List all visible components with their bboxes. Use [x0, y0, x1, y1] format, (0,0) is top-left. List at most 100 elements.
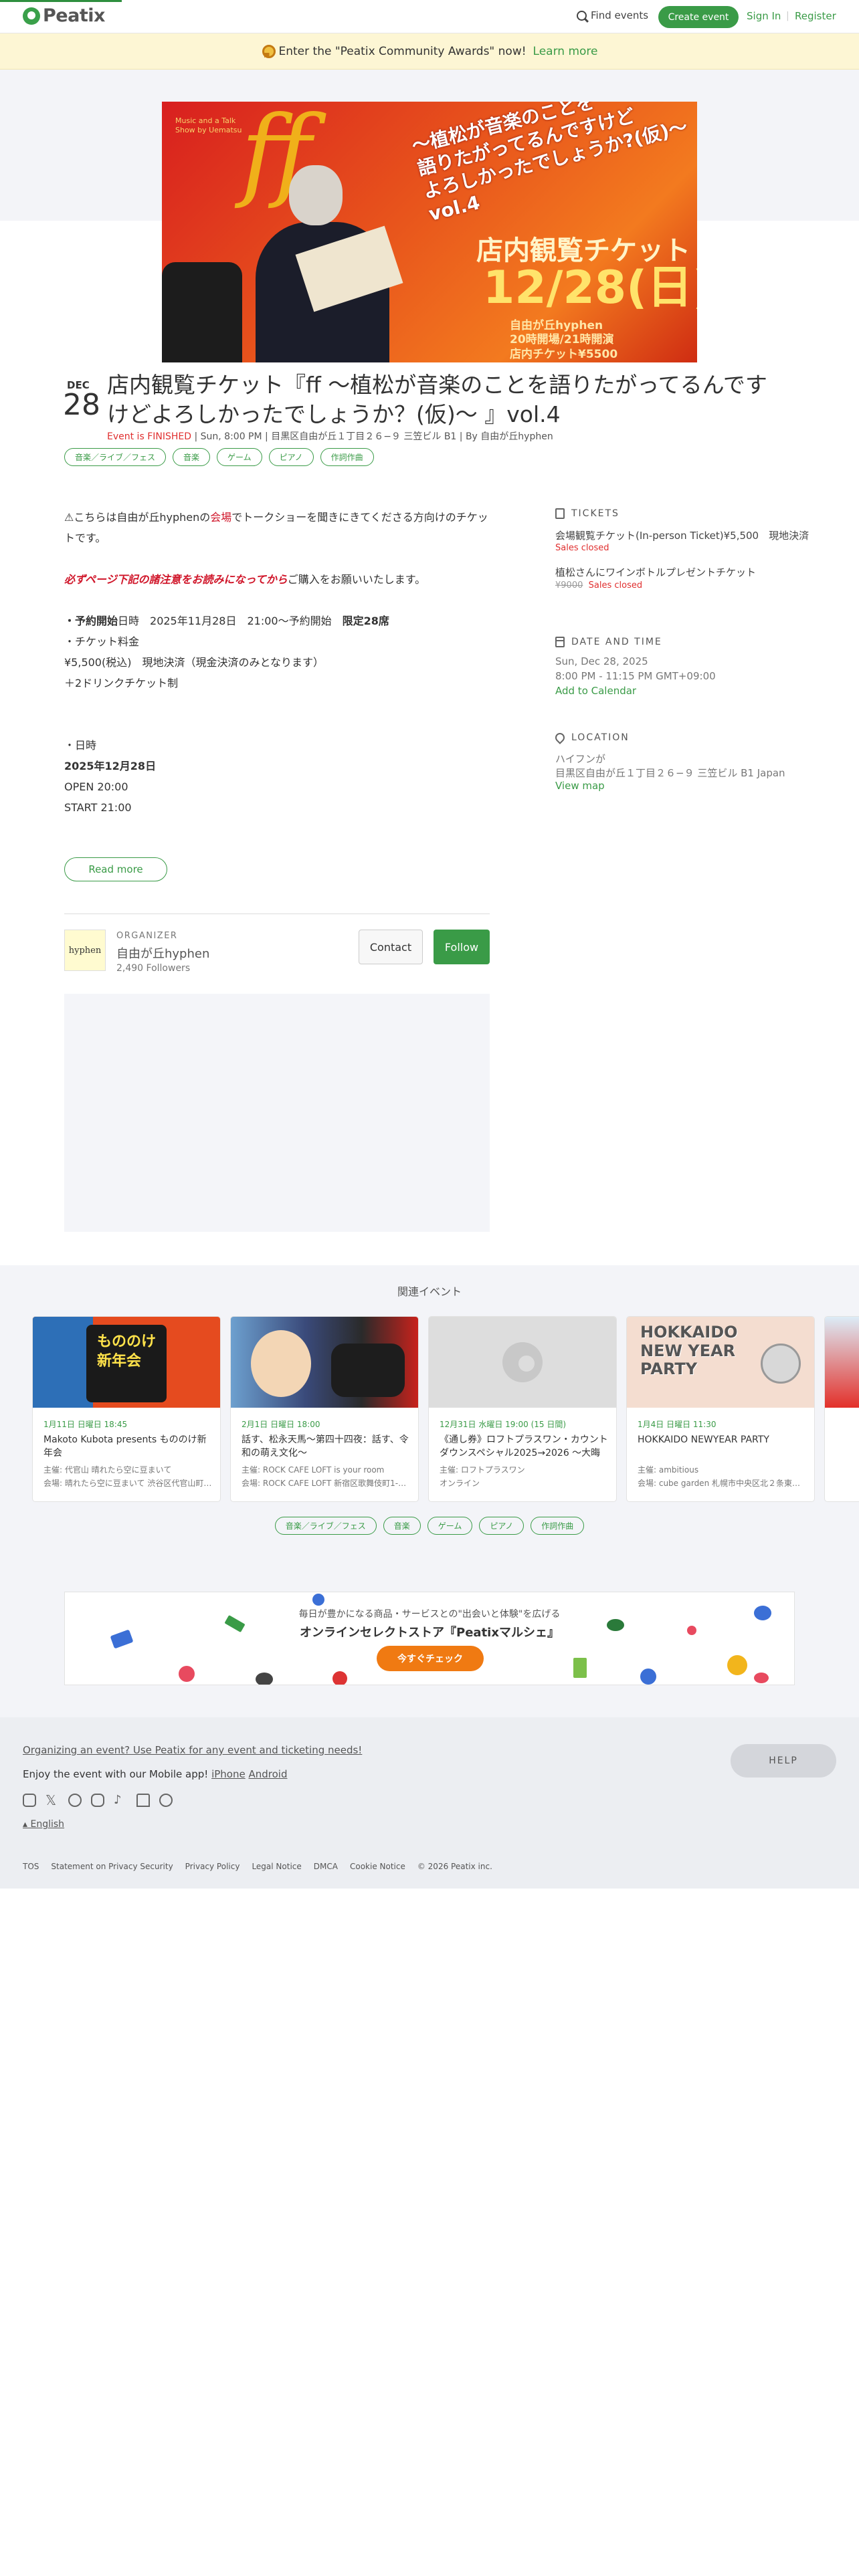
related-event-date: 2月1日 日曜日 18:00: [242, 1420, 320, 1429]
decor-gift: [332, 1671, 347, 1685]
marche-ad-banner[interactable]: 毎日が豊かになる商品・サービスとの"出会いと体験"を広げる オンラインセレクトス…: [64, 1592, 795, 1685]
add-to-calendar-link[interactable]: Add to Calendar: [555, 685, 636, 697]
related-event-image: HOKKAIDO NEW YEAR PARTY: [627, 1317, 814, 1408]
tag-music[interactable]: 音楽: [383, 1517, 421, 1535]
related-event-card[interactable]: 2月1日 日曜日 18:00 話す、松永天馬〜第四十四夜：話す、令和の萌え文化〜…: [230, 1316, 419, 1502]
copyright: © 2026 Peatix inc.: [417, 1862, 492, 1871]
related-event-card[interactable]: もののけ 新年会 1月11日 日曜日 18:45 Makoto Kubota p…: [32, 1316, 221, 1502]
cookie-notice-link[interactable]: Cookie Notice: [350, 1862, 405, 1871]
facebook-icon[interactable]: [68, 1794, 82, 1807]
decor-palette: [640, 1669, 656, 1685]
spotify-icon[interactable]: [159, 1794, 173, 1807]
decor-controller: [256, 1673, 273, 1685]
tag-game[interactable]: ゲーム: [217, 448, 262, 466]
tag-music-live-fes[interactable]: 音楽／ライブ／フェス: [274, 1517, 377, 1535]
android-app-link[interactable]: Android: [248, 1768, 287, 1780]
card-image-disco-ball: [761, 1344, 801, 1384]
note-icon[interactable]: [136, 1794, 150, 1807]
create-event-button[interactable]: Create event: [658, 6, 739, 28]
instagram-icon[interactable]: [23, 1794, 36, 1807]
tag-songwriting[interactable]: 作詞作曲: [531, 1517, 585, 1535]
tag-game[interactable]: ゲーム: [427, 1517, 473, 1535]
desc-start: START 21:00: [64, 801, 132, 814]
desc-blank: [64, 548, 492, 569]
card-image-text: HOKKAIDO NEW YEAR PARTY: [640, 1323, 738, 1379]
desc-limited-seats: 限定28席: [342, 615, 389, 627]
related-event-host: 主催: ROCK CAFE LOFT is your room: [242, 1465, 385, 1475]
dmca-link[interactable]: DMCA: [314, 1862, 338, 1871]
youtube-icon[interactable]: [91, 1794, 104, 1807]
event-hero-image: Music and a Talk Show by Uematsu ff 〜植松が…: [162, 102, 697, 362]
related-event-card[interactable]: 12月31日 水曜日 19:00 (15 日間) 《通し券》ロフトプラスワン・カ…: [428, 1316, 617, 1502]
privacy-policy-link[interactable]: Privacy Policy: [185, 1862, 240, 1871]
tag-piano[interactable]: ピアノ: [479, 1517, 524, 1535]
hero-chair: [162, 262, 242, 362]
desc-paragraph-1: ⚠こちらは自由が丘hyphenの会場でトークショーを聞きにきてくださる方向けのチ…: [64, 507, 492, 548]
peatix-logo[interactable]: Peatix: [23, 5, 105, 26]
language-selector[interactable]: ▴ English: [23, 1819, 64, 1830]
venue-address: 目黒区自由が丘１丁目２６−９ 三笠ビル B1 Japan: [555, 767, 785, 779]
tickets-heading: TICKETS: [555, 508, 619, 519]
organizer-name[interactable]: 自由が丘hyphen: [116, 944, 209, 962]
tag-music[interactable]: 音楽: [173, 448, 211, 466]
help-button[interactable]: HELP: [731, 1744, 836, 1778]
card-image-figure: [331, 1344, 405, 1397]
privacy-security-link[interactable]: Statement on Privacy Security: [51, 1862, 173, 1871]
awards-banner: Enter the "Peatix Community Awards" now!…: [0, 33, 859, 70]
find-events-label: Find events: [591, 9, 649, 21]
map-placeholder[interactable]: [64, 994, 490, 1232]
find-events-link[interactable]: Find events: [577, 9, 648, 21]
footer-organizing-link[interactable]: Organizing an event? Use Peatix for any …: [23, 1744, 362, 1756]
desc-open: OPEN 20:00: [64, 780, 128, 793]
contact-button[interactable]: Contact: [359, 930, 423, 964]
tos-link[interactable]: TOS: [23, 1862, 39, 1871]
desc-p2-post: ご購入をお願いいたします。: [287, 573, 426, 586]
footer-links: TOS Statement on Privacy Security Privac…: [23, 1862, 492, 1871]
read-more-button[interactable]: Read more: [64, 857, 167, 881]
legal-notice-link[interactable]: Legal Notice: [252, 1862, 301, 1871]
desc-reservation-line: ・予約開始日時 2025年11月28日 21:00〜予約開始 限定28席: [64, 611, 492, 631]
desc-p1-venue: 会場: [210, 511, 232, 524]
x-twitter-icon[interactable]: 𝕏: [45, 1794, 59, 1807]
ticket-icon: [555, 508, 565, 519]
desc-p1-pre: ⚠こちらは自由が丘hyphenの: [64, 511, 211, 524]
sign-in-link[interactable]: Sign In: [747, 10, 781, 22]
location-heading-label: LOCATION: [571, 732, 630, 743]
related-event-title: HOKKAIDO NEWYEAR PARTY: [638, 1434, 769, 1445]
related-event-date: 1月11日 日曜日 18:45: [43, 1420, 128, 1429]
awards-learn-more-link[interactable]: Learn more: [533, 45, 598, 58]
tag-songwriting[interactable]: 作詞作曲: [320, 448, 374, 466]
header-separator: |: [786, 11, 789, 21]
register-link[interactable]: Register: [795, 10, 836, 22]
organizer-avatar[interactable]: hyphen: [64, 930, 106, 971]
desc-blank: [64, 693, 492, 714]
related-event-card[interactable]: HOKKAIDO NEW YEAR PARTY 1月4日 日曜日 11:30 H…: [626, 1316, 815, 1502]
decor-candy: [754, 1673, 769, 1683]
decor-ball: [727, 1655, 747, 1675]
tag-piano[interactable]: ピアノ: [268, 448, 314, 466]
header-accent-line: [0, 0, 122, 2]
ad-check-now-button[interactable]: 今すぐチェック: [377, 1646, 484, 1671]
ticket-2-price-status: ¥9000 Sales closed: [555, 580, 642, 591]
event-description: ⚠こちらは自由が丘hyphenの会場でトークショーを聞きにきてくださる方向けのチ…: [64, 507, 492, 818]
venue-name: ハイフンが: [555, 753, 606, 765]
decor-plant: [573, 1658, 587, 1678]
tag-music-live-fes[interactable]: 音楽／ライブ／フェス: [64, 448, 167, 466]
related-event-venue: 会場: cube garden 札幌市中央区北２条東１丁目: [638, 1479, 806, 1488]
footer-app-text: Enjoy the event with our Mobile app!: [23, 1768, 209, 1780]
desc-date: 2025年12月28日: [64, 756, 492, 776]
related-event-host: 主催: 代官山 晴れたら空に豆まいて: [43, 1465, 172, 1475]
tiktok-icon[interactable]: ♪: [114, 1794, 127, 1807]
event-date-day: 28: [63, 388, 100, 422]
peatix-placeholder-icon: [502, 1342, 543, 1382]
related-event-image: [429, 1317, 616, 1408]
related-event-date: 1月4日 日曜日 11:30: [638, 1420, 717, 1429]
organizer-followers: 2,490 Followers: [116, 963, 191, 974]
view-map-link[interactable]: View map: [555, 780, 605, 792]
search-icon: [577, 10, 587, 21]
iphone-app-link[interactable]: iPhone: [211, 1768, 246, 1780]
related-event-card-partial[interactable]: [824, 1316, 859, 1502]
follow-button[interactable]: Follow: [434, 930, 490, 964]
event-status-finished: Event is FINISHED: [107, 431, 192, 442]
decor-candy: [179, 1666, 195, 1682]
